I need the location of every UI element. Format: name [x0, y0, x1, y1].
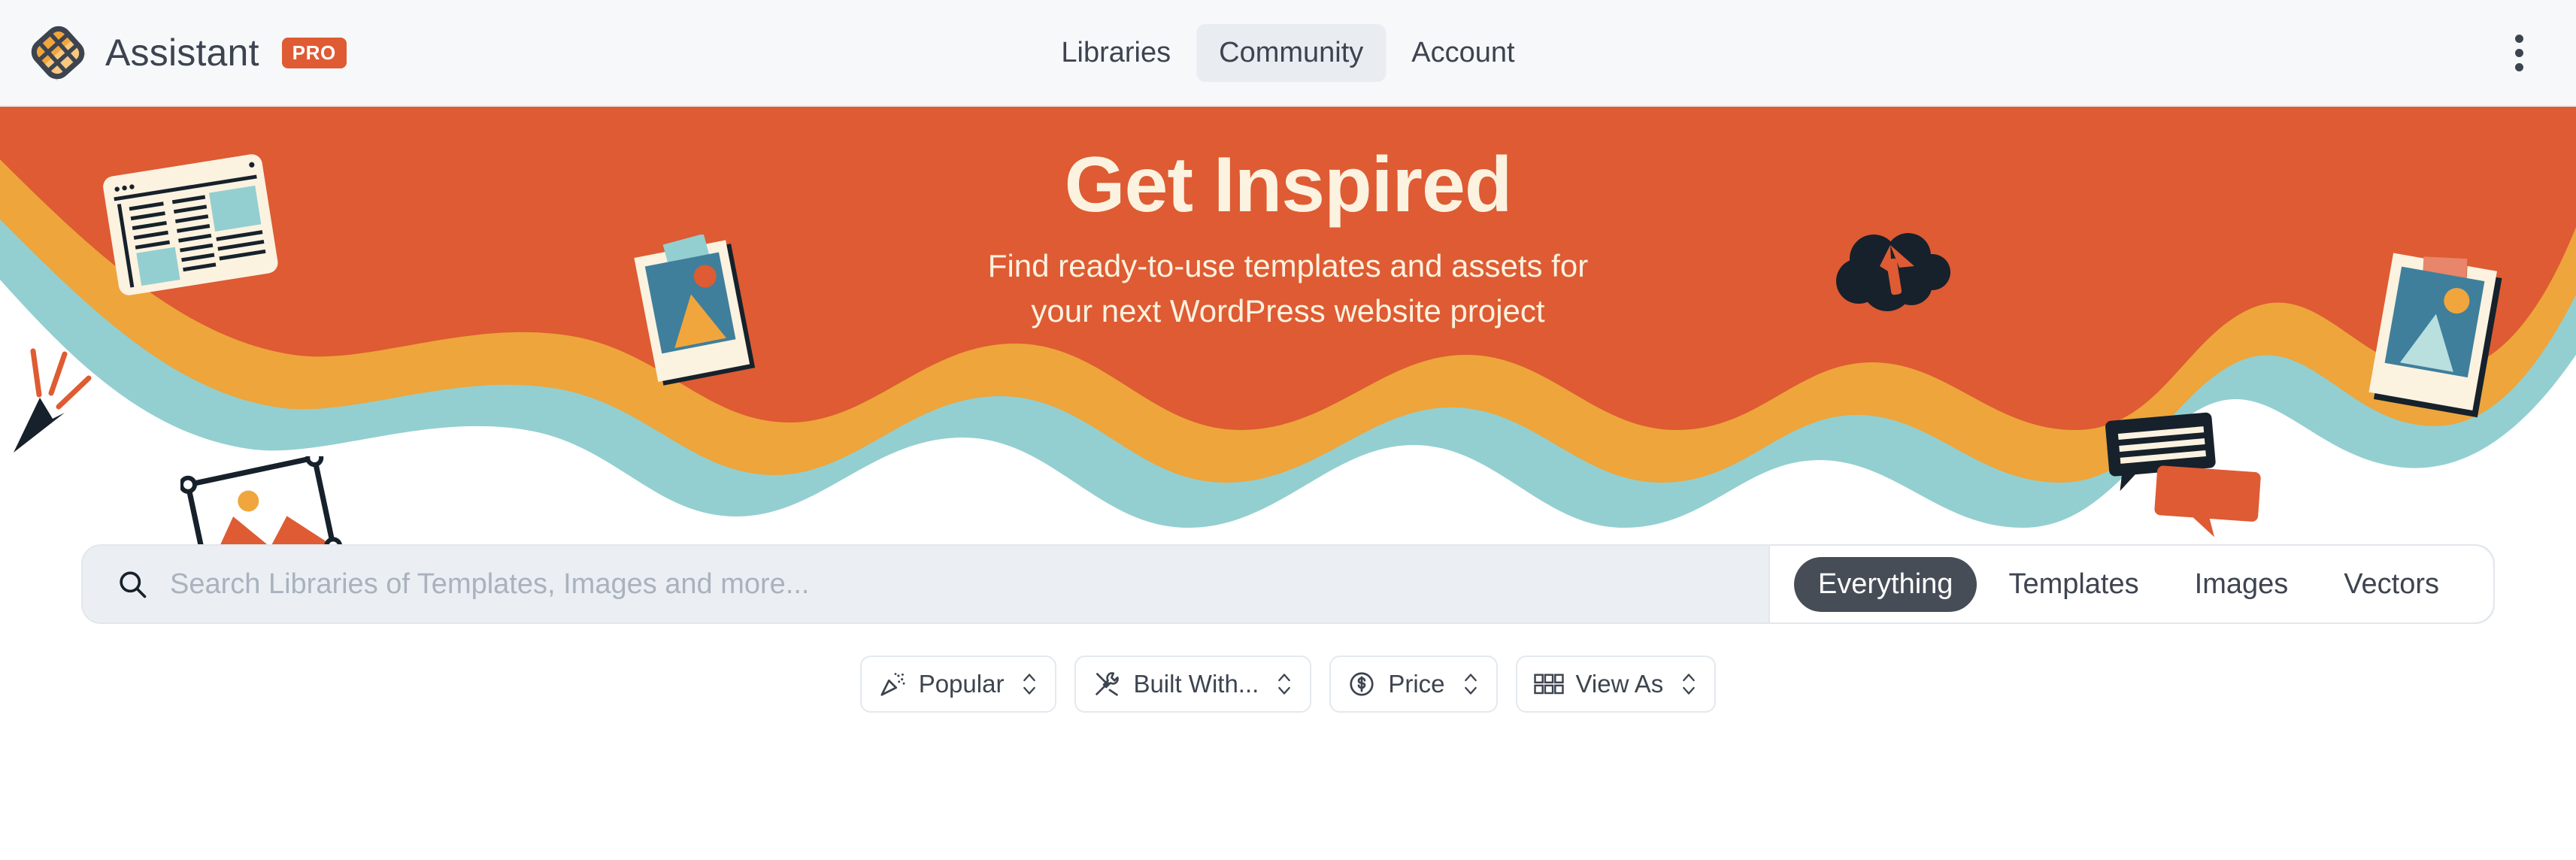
filter-popular-label: Popular: [918, 670, 1005, 698]
brand[interactable]: Assistant PRO: [29, 23, 347, 82]
nav-item-account[interactable]: Account: [1389, 24, 1537, 82]
filter-price[interactable]: Price: [1329, 656, 1498, 713]
browser-article-icon: [103, 154, 278, 295]
search-type-tabs: Everything Templates Images Vectors: [1768, 546, 2493, 622]
cloud-upload-icon: [1836, 233, 1950, 311]
filter-built-with[interactable]: Built With...: [1074, 656, 1312, 713]
filter-view-as[interactable]: View As: [1515, 656, 1717, 713]
filter-built-with-label: Built With...: [1133, 670, 1259, 698]
brand-name: Assistant: [105, 32, 259, 74]
tab-images[interactable]: Images: [2171, 557, 2313, 612]
nav-item-community[interactable]: Community: [1196, 23, 1386, 82]
pro-badge: PRO: [281, 37, 347, 68]
search-field[interactable]: [83, 546, 1768, 622]
search-bar: Everything Templates Images Vectors: [81, 544, 2495, 624]
tab-templates[interactable]: Templates: [1984, 557, 2162, 612]
cursor-click-icon: [14, 348, 92, 453]
filter-popular[interactable]: Popular: [859, 656, 1057, 713]
filter-view-as-label: View As: [1575, 670, 1664, 698]
hero-banner: Get Inspired Find ready-to-use templates…: [0, 107, 2576, 558]
filter-bar: Popular Built With... Price View As: [0, 656, 2576, 713]
tools-icon: [1096, 672, 1120, 696]
stepper-chevrons-icon[interactable]: [1020, 669, 1038, 699]
app-header: Assistant PRO Libraries Community Accoun…: [0, 0, 2576, 107]
kebab-menu-icon[interactable]: [2508, 27, 2531, 79]
tab-vectors[interactable]: Vectors: [2320, 557, 2463, 612]
speech-bubbles-icon: [2105, 412, 2261, 538]
main-nav: Libraries Community Account: [1038, 23, 1537, 82]
stepper-chevrons-icon[interactable]: [1275, 669, 1293, 699]
polaroid-photo-right-icon: [2368, 249, 2502, 418]
stepper-chevrons-icon[interactable]: [1462, 669, 1480, 699]
waffle-logo-icon: [31, 26, 86, 81]
search-input[interactable]: [170, 568, 1735, 601]
image-frame-selection-icon: [180, 456, 343, 558]
polaroid-photo-icon: [634, 235, 756, 386]
stepper-chevrons-icon[interactable]: [1680, 669, 1698, 699]
tab-everything[interactable]: Everything: [1793, 556, 1977, 612]
party-popper-icon: [880, 673, 905, 696]
search-icon: [120, 571, 147, 598]
filter-price-label: Price: [1388, 670, 1445, 698]
dollar-circle-icon: [1350, 672, 1374, 696]
grid-view-icon: [1533, 674, 1564, 695]
nav-item-libraries[interactable]: Libraries: [1038, 24, 1193, 82]
